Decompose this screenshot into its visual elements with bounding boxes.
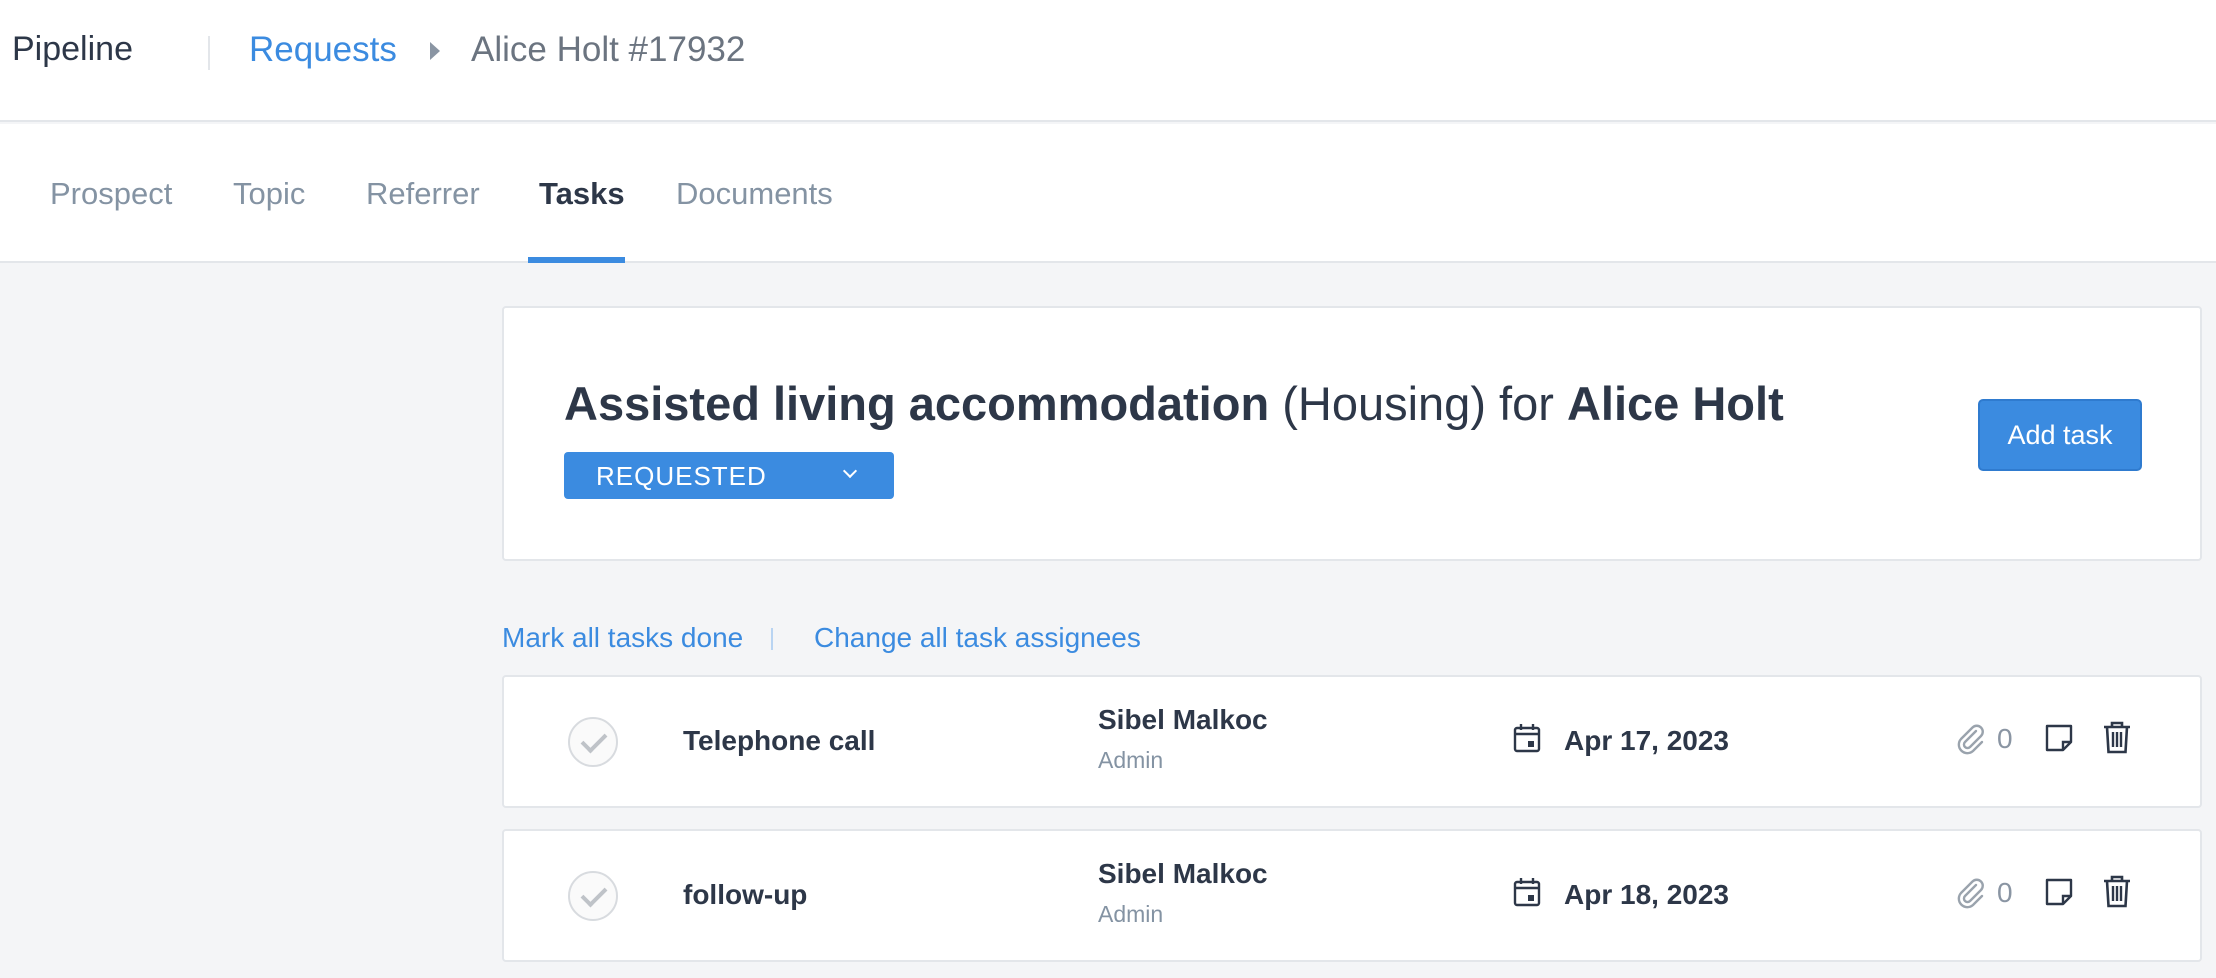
tab-prospect[interactable]: Prospect [50,176,172,212]
task-row: Telephone call Sibel Malkoc Admin Apr 17… [502,675,2202,808]
tab-documents[interactable]: Documents [676,176,833,212]
breadcrumb-requests-link[interactable]: Requests [249,30,397,70]
active-tab-indicator [528,257,625,263]
add-task-button[interactable]: Add task [1978,399,2142,471]
change-all-assignees-link[interactable]: Change all task assignees [814,622,1141,654]
trash-icon[interactable] [2102,720,2132,754]
tab-tasks[interactable]: Tasks [539,176,625,212]
topbar-divider [208,36,210,70]
bulk-actions-divider [771,628,773,650]
note-icon[interactable] [2044,877,2074,907]
calendar-icon [1513,724,1541,753]
tab-bar: Prospect Topic Referrer Tasks Documents [0,124,2216,263]
tab-topic[interactable]: Topic [233,176,305,212]
request-category: (Housing) [1282,377,1486,430]
attachment-count: 0 [1997,723,2013,754]
request-client: Alice Holt [1566,377,1784,430]
mark-all-done-link[interactable]: Mark all tasks done [502,622,743,654]
note-icon[interactable] [2044,723,2074,753]
task-row: follow-up Sibel Malkoc Admin Apr 18, 202… [502,829,2202,962]
request-header-card: Assisted living accommodation (Housing) … [502,306,2202,561]
task-due-date[interactable]: Apr 18, 2023 [1564,879,1729,911]
attachment-count: 0 [1997,877,2013,908]
tab-referrer[interactable]: Referrer [366,176,480,212]
breadcrumb-caret-right-icon [430,42,440,60]
task-name[interactable]: follow-up [683,879,807,911]
status-label: REQUESTED [596,461,767,491]
chevron-down-icon [842,463,858,479]
request-service: Assisted living accommodation [564,377,1270,430]
task-due-date[interactable]: Apr 17, 2023 [1564,725,1729,757]
request-for-word: for [1499,377,1554,430]
task-name[interactable]: Telephone call [683,725,875,757]
paperclip-icon[interactable] [1954,876,1988,910]
app-title: Pipeline [12,30,133,68]
task-assignee[interactable]: Sibel Malkoc [1098,858,1268,890]
task-complete-checkbox[interactable] [568,871,618,921]
calendar-icon [1513,878,1541,907]
task-assignee[interactable]: Sibel Malkoc [1098,704,1268,736]
breadcrumb-current: Alice Holt #17932 [471,30,746,69]
task-complete-checkbox[interactable] [568,717,618,767]
paperclip-icon[interactable] [1954,722,1988,756]
top-bar: Pipeline Requests Alice Holt #17932 [0,0,2216,122]
task-assignee-role: Admin [1098,747,1164,773]
request-title: Assisted living accommodation (Housing) … [564,376,1784,431]
trash-icon[interactable] [2102,874,2132,908]
status-dropdown[interactable]: REQUESTED [564,452,894,499]
task-assignee-role: Admin [1098,901,1164,927]
